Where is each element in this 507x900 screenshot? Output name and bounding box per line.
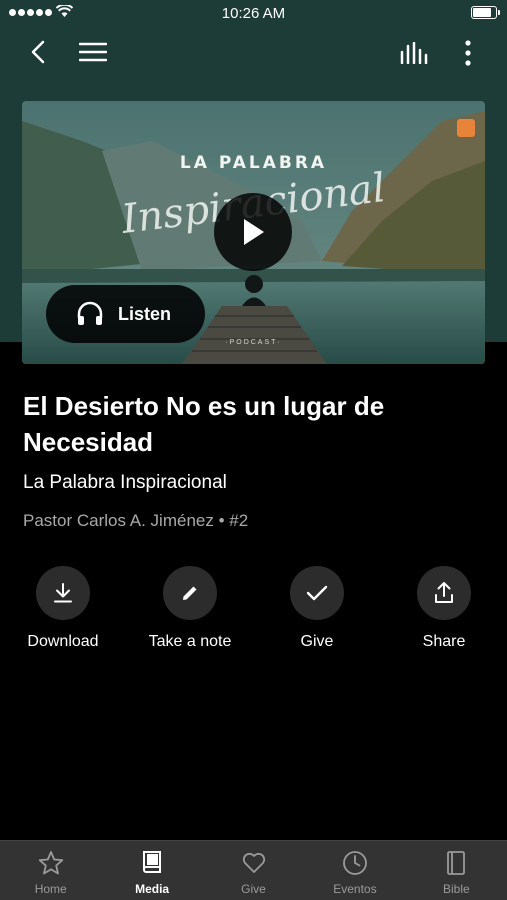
give-button[interactable]: Give <box>262 566 372 651</box>
clock-icon <box>343 851 367 875</box>
share-button[interactable]: Share <box>389 566 499 651</box>
podcast-artwork: LA PALABRA Inspiracional ·PODCAST· Liste… <box>22 101 485 364</box>
episode-meta: Pastor Carlos A. Jiménez • #2 <box>23 511 249 530</box>
take-note-label: Take a note <box>148 633 232 650</box>
give-label: Give <box>300 633 334 650</box>
tab-give[interactable]: Give <box>203 841 304 900</box>
pencil-icon <box>163 566 217 620</box>
download-label: Download <box>27 633 99 650</box>
tab-eventos[interactable]: Eventos <box>304 841 405 900</box>
hamburger-menu-icon <box>79 42 107 62</box>
heart-icon <box>242 852 265 873</box>
more-vertical-icon <box>465 40 471 66</box>
play-button[interactable] <box>214 193 292 271</box>
status-bar: 10:26 AM <box>0 0 507 28</box>
star-icon <box>38 851 63 875</box>
battery-fill <box>473 8 492 17</box>
tab-give-label: Give <box>241 882 266 896</box>
share-icon <box>417 566 471 620</box>
artwork-badge-icon <box>457 119 475 137</box>
bars-icon <box>400 42 428 64</box>
bible-icon <box>447 851 466 875</box>
download-button[interactable]: Download <box>8 566 118 651</box>
download-icon <box>36 566 90 620</box>
listen-label: Listen <box>118 303 172 324</box>
podcast-name[interactable]: La Palabra Inspiracional <box>23 472 227 494</box>
tab-bar: Home Media Give Eventos Bible <box>0 840 507 900</box>
episode-screen: 10:26 AM LA PALABRA ·PODCAST· Listen El … <box>0 0 507 900</box>
tab-eventos-label: Eventos <box>333 882 377 896</box>
play-icon <box>244 219 264 245</box>
book-icon <box>143 851 162 873</box>
tab-media[interactable]: Media <box>101 841 202 900</box>
headphones-icon <box>76 301 104 327</box>
menu-button[interactable] <box>77 38 109 66</box>
tab-bible-label: Bible <box>442 882 470 896</box>
episode-title: El Desierto No es un lugar de Necesidad <box>23 391 385 457</box>
share-label: Share <box>422 633 466 650</box>
listen-button[interactable]: Listen <box>46 285 205 343</box>
stats-button[interactable] <box>397 38 431 68</box>
tab-bible[interactable]: Bible <box>406 841 507 900</box>
back-button[interactable] <box>22 36 54 68</box>
tab-home[interactable]: Home <box>0 841 101 900</box>
status-time: 10:26 AM <box>221 5 286 22</box>
chevron-left-icon <box>31 40 45 64</box>
tab-media-label: Media <box>135 882 170 896</box>
check-icon <box>290 566 344 620</box>
more-button[interactable] <box>456 38 480 68</box>
battery-icon <box>471 6 500 19</box>
tab-home-label: Home <box>34 882 67 896</box>
take-note-button[interactable]: Take a note <box>135 566 245 651</box>
